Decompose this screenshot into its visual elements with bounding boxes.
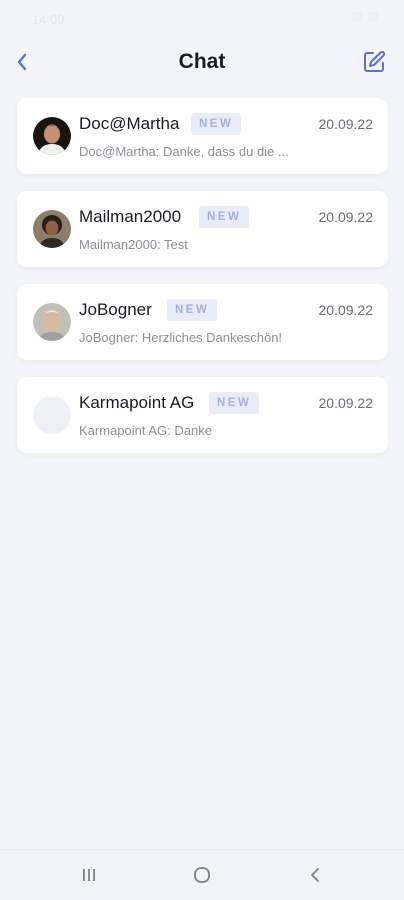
chat-item-doc-martha[interactable]: Doc@Martha NEW 20.09.22 Doc@Martha: Dank… [17,98,388,174]
status-icons [352,12,378,22]
chat-preview: Doc@Martha: Danke, dass du die ... [79,144,289,159]
avatar-placeholder [33,396,71,434]
compose-button[interactable] [360,48,388,76]
edit-icon [364,50,386,72]
new-badge: NEW [209,392,260,414]
chat-preview: Karmapoint AG: Danke [79,423,212,438]
chat-preview: JoBogner: Herzliches Dankeschön! [79,330,283,345]
chat-preview: Mailman2000: Test [79,237,188,252]
back-icon [311,868,319,882]
chat-date: 20.09.22 [318,302,374,318]
header: Chat [0,40,404,86]
battery-icon [368,12,378,22]
status-time: 14:09 [32,12,65,27]
home-button[interactable] [187,862,217,888]
recents-icon [83,869,95,881]
chat-name: Doc@Martha [79,114,180,133]
avatar [33,210,71,248]
chat-date: 20.09.22 [318,209,374,225]
avatar [33,117,71,155]
nav-back-button[interactable] [300,862,330,888]
page-title: Chat [178,50,226,73]
chat-name: JoBogner [79,300,152,319]
new-badge: NEW [191,113,242,135]
chat-date: 20.09.22 [318,116,374,132]
status-bar: 14:09 [0,0,404,38]
new-badge: NEW [167,299,218,321]
chat-date: 20.09.22 [318,395,374,411]
chat-item-karmapoint-ag[interactable]: Karmapoint AG NEW 20.09.22 Karmapoint AG… [17,377,388,453]
new-badge: NEW [199,206,250,228]
recents-button[interactable] [74,862,104,888]
chat-name: Karmapoint AG [79,393,195,412]
chat-item-jobogner[interactable]: JoBogner NEW 20.09.22 JoBogner: Herzlich… [17,284,388,360]
chat-list: Doc@Martha NEW 20.09.22 Doc@Martha: Dank… [17,98,388,470]
avatar [33,303,71,341]
system-nav-bar [0,849,404,900]
home-icon [194,867,210,883]
chat-name: Mailman2000 [79,207,182,226]
signal-icon [352,12,362,22]
chat-item-mailman2000[interactable]: Mailman2000 NEW 20.09.22 Mailman2000: Te… [17,191,388,267]
